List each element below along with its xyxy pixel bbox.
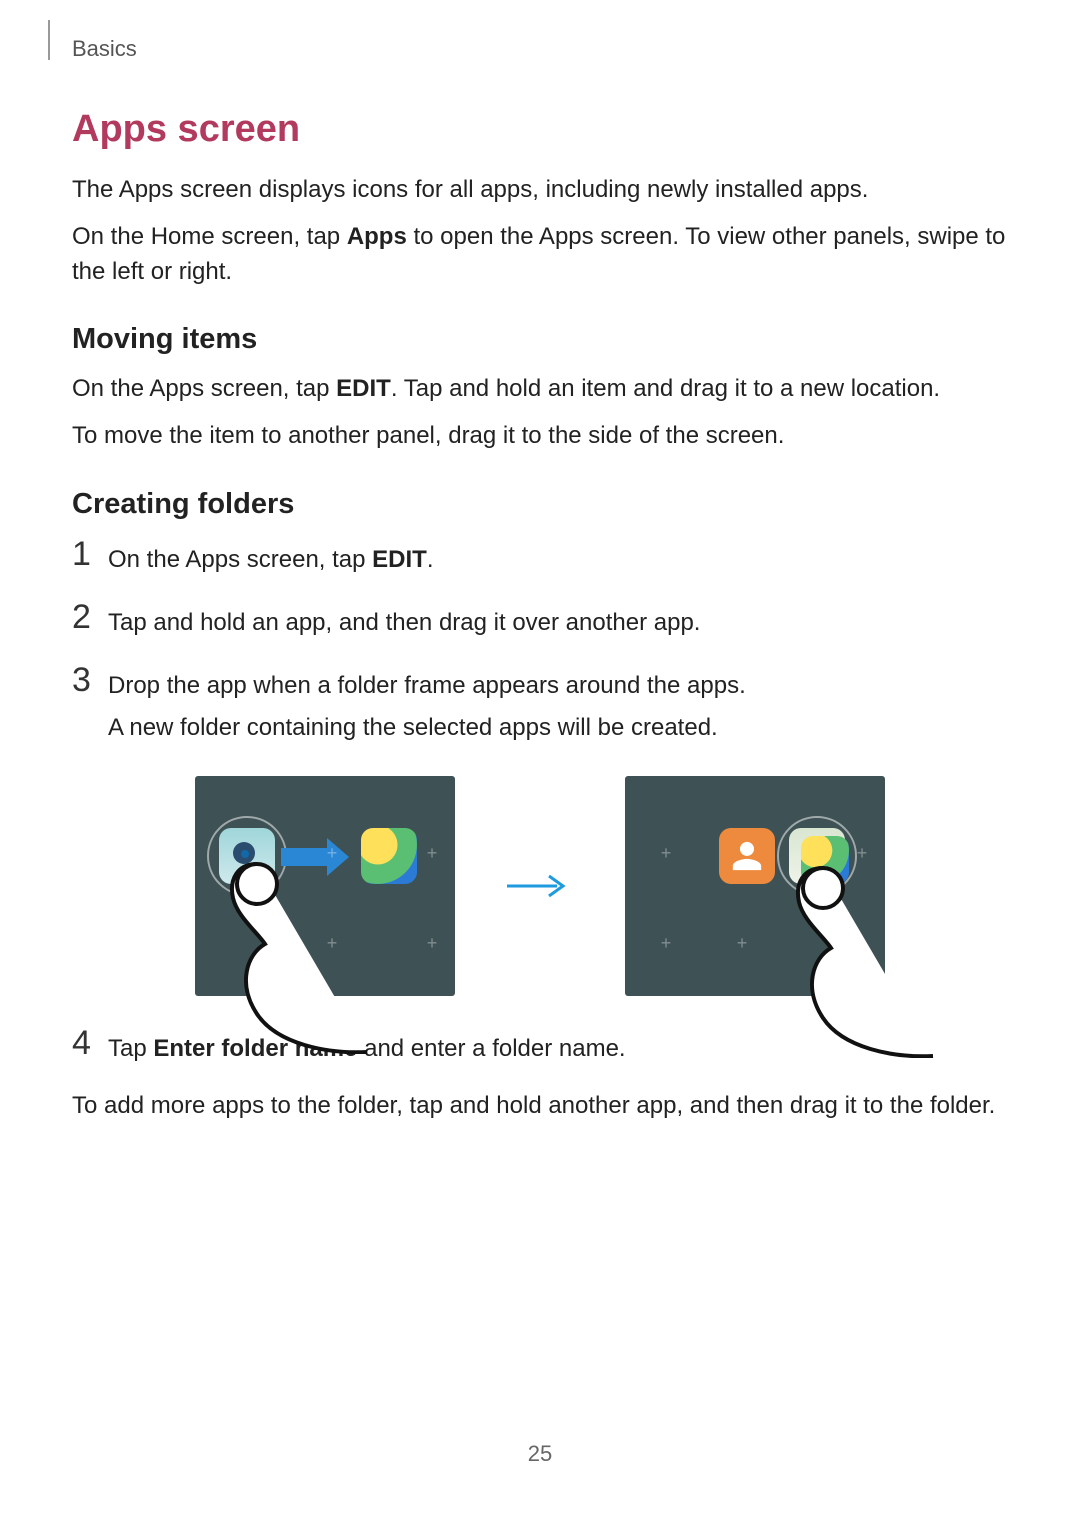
empty-slot: + — [659, 936, 673, 950]
screen-panel-after: + + + + — [625, 776, 885, 996]
enter-folder-name-bold: Enter folder name — [153, 1035, 357, 1062]
intro-paragraph-2: On the Home screen, tap Apps to open the… — [72, 220, 1008, 290]
empty-slot: + — [325, 936, 339, 950]
edit-bold: EDIT — [372, 546, 427, 573]
step-2: 2 Tap and hold an app, and then drag it … — [72, 600, 1008, 641]
empty-slot: + — [425, 936, 439, 950]
step-3: 3 Drop the app when a folder frame appea… — [72, 663, 1008, 755]
moving-paragraph-2: To move the item to another panel, drag … — [72, 419, 1008, 454]
step-number: 4 — [72, 1026, 108, 1060]
illustration: + + + + + + + — [72, 776, 1008, 996]
text: Drop the app when a folder frame appears… — [108, 669, 746, 704]
step-body: Drop the app when a folder frame appears… — [108, 663, 746, 755]
moving-paragraph-1: On the Apps screen, tap EDIT. Tap and ho… — [72, 372, 1008, 407]
step-body: Tap Enter folder name and enter a folder… — [108, 1026, 626, 1067]
empty-slot: + — [659, 846, 673, 860]
section-label: Basics — [72, 36, 137, 62]
contacts-icon — [719, 828, 775, 884]
empty-slot: + — [325, 846, 339, 860]
text: . — [427, 546, 434, 573]
moving-items-heading: Moving items — [72, 323, 1008, 356]
step-body: Tap and hold an app, and then drag it ov… — [108, 600, 700, 641]
text: On the Apps screen, tap — [72, 375, 336, 402]
empty-slot: + — [425, 846, 439, 860]
step-number: 2 — [72, 600, 108, 634]
header-divider — [48, 20, 50, 60]
edit-bold: EDIT — [336, 375, 391, 402]
text: Tap — [108, 1035, 153, 1062]
camera-icon — [219, 828, 275, 884]
creating-folders-heading: Creating folders — [72, 488, 1008, 521]
gallery-icon — [361, 828, 417, 884]
text: On the Apps screen, tap — [108, 546, 372, 573]
text: A new folder containing the selected app… — [108, 711, 746, 746]
step-body: On the Apps screen, tap EDIT. — [108, 537, 434, 578]
text: . Tap and hold an item and drag it to a … — [391, 375, 940, 402]
text: On the Home screen, tap — [72, 223, 347, 250]
step-number: 3 — [72, 663, 108, 697]
gallery-icon — [801, 836, 849, 884]
step-4: 4 Tap Enter folder name and enter a fold… — [72, 1026, 1008, 1067]
screen-panel-before: + + + + — [195, 776, 455, 996]
intro-paragraph-1: The Apps screen displays icons for all a… — [72, 173, 1008, 208]
page-title: Apps screen — [72, 108, 1008, 151]
closing-paragraph: To add more apps to the folder, tap and … — [72, 1089, 1008, 1124]
transition-arrow-icon — [505, 874, 575, 898]
page-content: Apps screen The Apps screen displays ico… — [72, 108, 1008, 1136]
apps-bold: Apps — [347, 223, 407, 250]
empty-slot: + — [855, 846, 869, 860]
step-1: 1 On the Apps screen, tap EDIT. — [72, 537, 1008, 578]
text: and enter a folder name. — [357, 1035, 625, 1062]
page-number: 25 — [0, 1441, 1080, 1467]
step-number: 1 — [72, 537, 108, 571]
empty-slot: + — [735, 936, 749, 950]
